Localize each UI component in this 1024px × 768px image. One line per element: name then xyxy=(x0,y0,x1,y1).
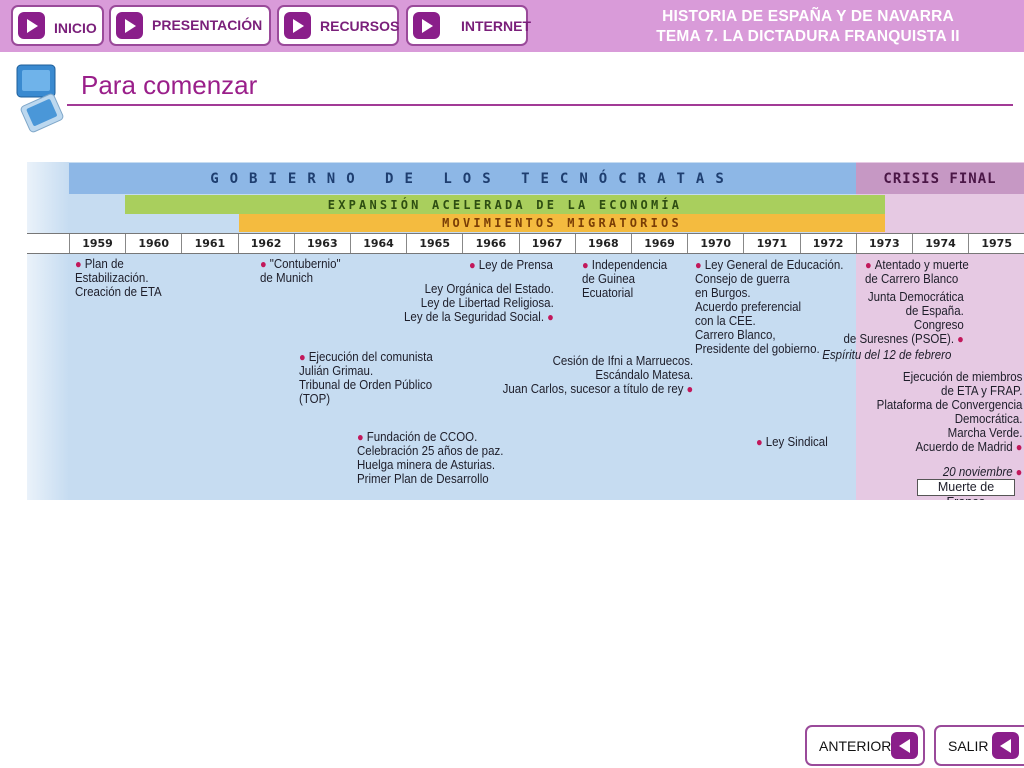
internet-button[interactable]: INTERNET xyxy=(406,5,531,46)
event-1966-prensa-text: Ley de Prensa xyxy=(478,258,553,272)
course-title-line1: HISTORIA DE ESPAÑA Y DE NAVARRA xyxy=(662,8,954,25)
presentacion-label: PRESENTACIÓN xyxy=(152,17,263,33)
bullet-icon: ● xyxy=(954,332,964,346)
year-cell: 1975 xyxy=(968,234,1024,253)
salir-label: SALIR xyxy=(948,737,989,754)
expansion-band: EXPANSIÓN ACELERADA DE LA ECONOMÍA xyxy=(125,195,885,214)
recursos-label: RECURSOS xyxy=(320,17,400,34)
computer-screens-icon xyxy=(16,64,64,133)
internet-label: INTERNET xyxy=(461,17,531,34)
bullet-icon: ● xyxy=(695,258,705,272)
migraciones-band-label: MOVIMIENTOS MIGRATORIOS xyxy=(442,216,682,230)
back-arrow-icon xyxy=(891,732,918,759)
year-cell: 1960 xyxy=(125,234,181,253)
event-1973: ● Atentado y muerte de Carrero Blanco xyxy=(865,258,969,286)
page-title: Para comenzar xyxy=(81,70,258,100)
play-arrow-icon xyxy=(116,12,143,39)
bullet-icon: ● xyxy=(683,382,693,396)
event-1973-text: Atentado y muerte de Carrero Blanco xyxy=(865,258,969,286)
event-1964-text: Fundación de CCOO. Celebración 25 años d… xyxy=(357,430,504,486)
play-arrow-icon xyxy=(413,12,440,39)
exit-arrow-icon xyxy=(992,732,1019,759)
event-1963: ● Ejecución del comunista Julián Grimau.… xyxy=(299,350,433,406)
event-1964: ● Fundación de CCOO. Celebración 25 años… xyxy=(357,430,503,486)
event-1962-text: "Contubernio" de Munich xyxy=(260,257,341,285)
years-row: 1959 1960 1961 1962 1963 1964 1965 1966 1967 1968… xyxy=(27,233,1024,254)
event-1968: ● Independencia de Guinea Ecuatorial xyxy=(582,258,667,300)
year-cell: 1971 xyxy=(743,234,799,253)
event-1966-leyes: Ley Orgánica del Estado. Ley de Libertad… xyxy=(404,282,554,324)
top-navigation-bar: INICIO PRESENTACIÓN RECURSOS INTERNET HI… xyxy=(0,0,1024,52)
crisis-band-label: CRISIS FINAL xyxy=(883,170,997,187)
bullet-icon: ● xyxy=(357,430,367,444)
event-1962: ● "Contubernio" de Munich xyxy=(260,257,341,285)
bullet-icon: ● xyxy=(260,257,270,271)
event-1966-leyes-text: Ley Orgánica del Estado. Ley de Libertad… xyxy=(404,282,554,324)
event-1963-text: Ejecución del comunista Julián Grimau. T… xyxy=(299,350,433,406)
event-1970-text: Ley General de Educación. Consejo de gue… xyxy=(695,258,844,356)
bullet-icon: ● xyxy=(756,435,766,449)
year-cell: 1962 xyxy=(237,234,294,253)
event-1968-text: Independencia de Guinea Ecuatorial xyxy=(582,258,668,300)
year-cell: 1966 xyxy=(462,234,518,253)
event-1975-fecha-text: 20 noviembre xyxy=(942,465,1013,479)
crisis-band: CRISIS FINAL xyxy=(856,163,1024,194)
year-cell: 1963 xyxy=(293,234,350,253)
event-1974-espiritu: Espíritu del 12 de febrero xyxy=(822,348,951,362)
year-cell: 1959 xyxy=(69,234,125,253)
recursos-button[interactable]: RECURSOS xyxy=(277,5,399,46)
event-1971-text: Ley Sindical xyxy=(765,435,828,449)
year-cell: 1965 xyxy=(406,234,462,253)
bullet-icon: ● xyxy=(1012,465,1022,479)
salir-button[interactable]: SALIR xyxy=(934,725,1024,766)
timeline-figure: GOBIERNO DE LOS TECNÓCRATAS CRISIS FINAL… xyxy=(27,162,1024,500)
year-cell: 1969 xyxy=(631,234,687,253)
year-cell: 1967 xyxy=(518,234,575,253)
event-1975-text: Ejecución de miembros de ETA y FRAP. Pla… xyxy=(876,370,1022,454)
anterior-label: ANTERIOR xyxy=(819,737,892,754)
bullet-icon: ● xyxy=(75,257,85,271)
bullet-icon: ● xyxy=(299,350,309,364)
bullet-icon: ● xyxy=(865,258,875,272)
migraciones-band: MOVIMIENTOS MIGRATORIOS xyxy=(239,214,885,232)
course-title: HISTORIA DE ESPAÑA Y DE NAVARRA TEMA 7. … xyxy=(628,7,988,47)
event-1969-text: Cesión de Ifni a Marruecos. Escándalo Ma… xyxy=(502,354,693,396)
gobierno-band-label: GOBIERNO DE LOS TECNÓCRATAS xyxy=(210,170,735,187)
year-cell: 1974 xyxy=(912,234,968,253)
timeline-fade xyxy=(27,162,69,500)
inicio-button[interactable]: INICIO xyxy=(11,5,104,46)
event-1969: Cesión de Ifni a Marruecos. Escándalo Ma… xyxy=(502,354,693,396)
year-cell: 1964 xyxy=(350,234,406,253)
year-cell: 1972 xyxy=(799,234,856,253)
bullet-icon: ● xyxy=(544,310,554,324)
year-cell: 1961 xyxy=(181,234,237,253)
event-1974-junta-text: Junta Democrática de España. Congreso de… xyxy=(843,290,964,346)
event-1966-prensa: ● Ley de Prensa xyxy=(469,258,553,272)
expansion-band-label: EXPANSIÓN ACELERADA DE LA ECONOMÍA xyxy=(327,197,683,212)
muerte-franco-box: Muerte de Franco xyxy=(917,479,1015,500)
course-title-line2: TEMA 7. LA DICTADURA FRANQUISTA II xyxy=(656,28,960,45)
event-1974-junta: Junta Democrática de España. Congreso de… xyxy=(844,290,964,346)
play-arrow-icon xyxy=(18,12,45,39)
play-arrow-icon xyxy=(284,12,311,39)
year-cell: 1968 xyxy=(574,234,631,253)
event-1970: ● Ley General de Educación. Consejo de g… xyxy=(695,258,843,356)
presentacion-button[interactable]: PRESENTACIÓN xyxy=(109,5,271,46)
title-divider xyxy=(67,104,1013,106)
inicio-label: INICIO xyxy=(54,19,97,36)
bullet-icon: ● xyxy=(469,258,479,272)
event-1974-espiritu-text: Espíritu del 12 de febrero xyxy=(821,348,951,362)
anterior-button[interactable]: ANTERIOR xyxy=(805,725,925,766)
event-1959-text: Plan de Estabilización. Creación de ETA xyxy=(75,257,162,299)
event-1959: ● Plan de Estabilización. Creación de ET… xyxy=(75,257,162,299)
event-1971: ● Ley Sindical xyxy=(756,435,828,449)
year-cell: 1970 xyxy=(687,234,743,253)
bullet-icon: ● xyxy=(582,258,592,272)
event-1975: Ejecución de miembros de ETA y FRAP. Pla… xyxy=(876,370,1022,454)
bullet-icon: ● xyxy=(1012,440,1022,454)
gobierno-band: GOBIERNO DE LOS TECNÓCRATAS xyxy=(69,163,856,194)
event-1975-fecha: 20 noviembre ● xyxy=(943,465,1022,479)
year-cell: 1973 xyxy=(855,234,912,253)
